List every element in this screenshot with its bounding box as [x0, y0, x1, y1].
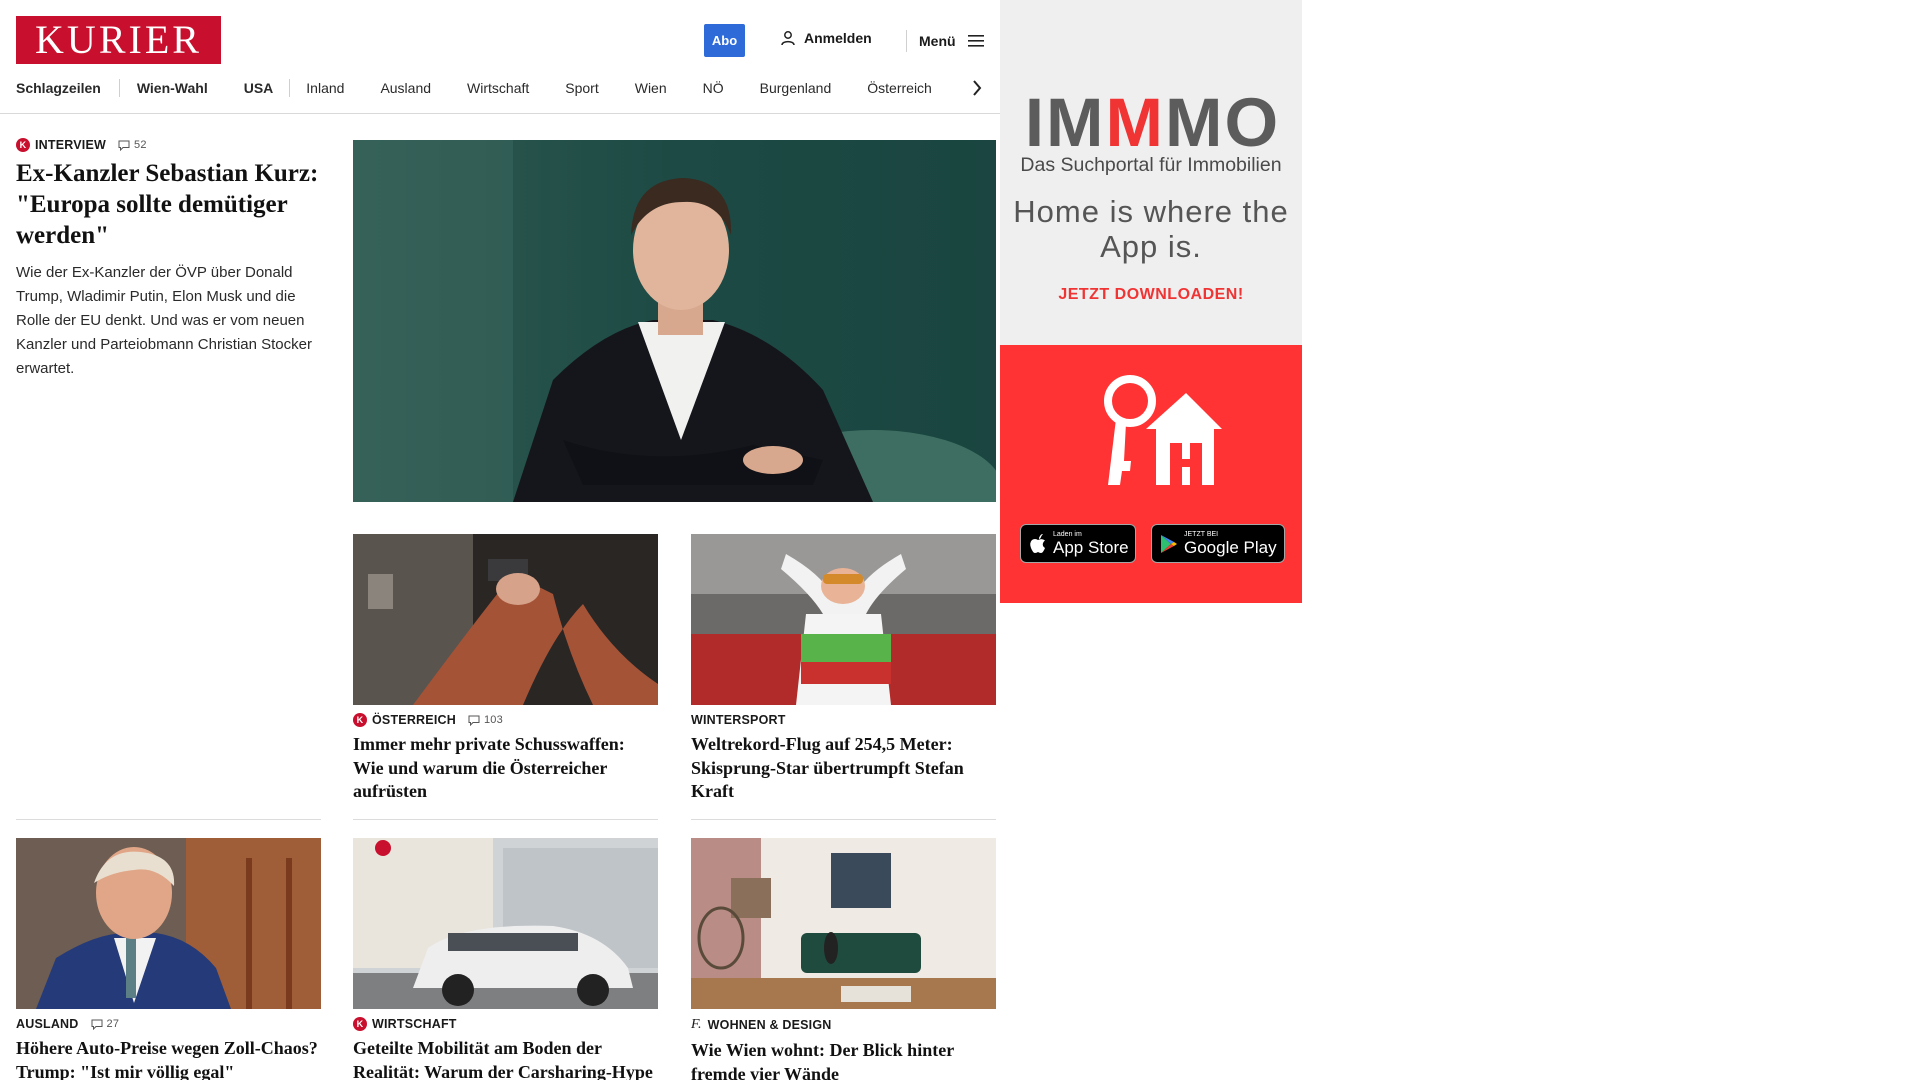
- article-image-trump[interactable]: [16, 838, 321, 1009]
- row-divider: [691, 819, 996, 820]
- article-kicker: WINTERSPORT: [691, 713, 996, 727]
- menu-button[interactable]: Menü: [906, 30, 984, 52]
- nav-divider: [118, 79, 120, 97]
- comment-count[interactable]: 27: [91, 1018, 120, 1030]
- lead-image[interactable]: [353, 140, 996, 502]
- nav-item-usa[interactable]: USA: [244, 80, 274, 96]
- article-image-wohnen[interactable]: [691, 838, 996, 1009]
- kurier-plus-icon: K: [353, 1017, 367, 1031]
- ad-bottom-panel: Laden im App Store JETZT BEI Google Play: [1000, 345, 1302, 603]
- nav-item-wien-wahl[interactable]: Wien-Wahl: [137, 80, 208, 96]
- apple-icon: [1030, 533, 1045, 553]
- nav-item-sport[interactable]: Sport: [565, 80, 598, 96]
- user-icon: [781, 31, 795, 46]
- kicker-label: WINTERSPORT: [691, 713, 786, 727]
- article-headline[interactable]: Geteilte Mobilität am Boden der Realität…: [353, 1037, 658, 1080]
- carsharing-photo-illustration: [353, 838, 658, 1009]
- app-store-button[interactable]: Laden im App Store: [1020, 524, 1136, 563]
- comment-count-value: 27: [106, 1018, 120, 1030]
- article-headline[interactable]: Immer mehr private Schusswaffen: Wie und…: [353, 733, 658, 804]
- google-play-big: Google Play: [1184, 537, 1277, 557]
- comment-icon: [118, 140, 130, 151]
- hamburger-icon: [967, 35, 984, 47]
- key-house-icon: [1104, 375, 1222, 485]
- article-card-carsharing[interactable]: K WIRTSCHAFT Geteilte Mobilität am Boden…: [353, 1017, 658, 1080]
- lead-article[interactable]: K INTERVIEW 52 Ex-Kanzler Sebastian Kurz…: [16, 138, 321, 381]
- kicker-label: AUSLAND: [16, 1017, 79, 1031]
- google-play-button[interactable]: JETZT BEI Google Play: [1151, 524, 1285, 563]
- lead-kicker: K INTERVIEW 52: [16, 138, 321, 152]
- nav-item-oesterreich[interactable]: Österreich: [867, 80, 932, 96]
- comment-count-value: 52: [134, 139, 147, 151]
- menu-label: Menü: [919, 33, 956, 49]
- immmo-logo: IMMMO: [1024, 84, 1281, 161]
- freizeit-f-icon: f.: [691, 1017, 702, 1032]
- article-card-wohnen[interactable]: f. WOHNEN & DESIGN Wie Wien wohnt: Der B…: [691, 1017, 996, 1080]
- comment-icon: [468, 715, 480, 726]
- article-headline[interactable]: Weltrekord-Flug auf 254,5 Meter: Skispru…: [691, 733, 996, 804]
- article-kicker: AUSLAND 27: [16, 1017, 321, 1031]
- site-header: KURIER Abo Anmelden Menü Schlagzeilen Wi…: [0, 0, 1000, 114]
- comment-count[interactable]: 52: [118, 139, 147, 151]
- chevron-right-icon: [973, 80, 982, 96]
- kicker-label: WOHNEN & DESIGN: [707, 1018, 832, 1032]
- nav-item-wirtschaft[interactable]: Wirtschaft: [467, 80, 529, 96]
- ad-download-link[interactable]: JETZT DOWNLOADEN!: [1010, 286, 1292, 304]
- section-nav: Schlagzeilen Wien-Wahl USA Inland Auslan…: [16, 78, 932, 98]
- article-card-schusswaffen[interactable]: K ÖSTERREICH 103 Immer mehr private Schu…: [353, 713, 658, 804]
- article-kicker: f. WOHNEN & DESIGN: [691, 1017, 996, 1033]
- article-card-skisprung[interactable]: WINTERSPORT Weltrekord-Flug auf 254,5 Me…: [691, 713, 996, 804]
- kicker-label: WIRTSCHAFT: [372, 1017, 457, 1031]
- article-image-skisprung[interactable]: [691, 534, 996, 705]
- kurier-plus-icon: K: [353, 713, 367, 727]
- article-kicker: K WIRTSCHAFT: [353, 1017, 658, 1031]
- row-divider: [353, 819, 658, 820]
- article-image-carsharing[interactable]: [353, 838, 658, 1009]
- abo-button[interactable]: Abo: [704, 24, 745, 57]
- living-room-photo-illustration: [691, 838, 996, 1009]
- comment-count-value: 103: [483, 714, 503, 726]
- article-image-schusswaffen[interactable]: [353, 534, 658, 705]
- nav-item-schlagzeilen[interactable]: Schlagzeilen: [16, 80, 101, 96]
- google-play-icon: [1161, 534, 1177, 553]
- article-card-autopreise[interactable]: AUSLAND 27 Höhere Auto-Preise wegen Zoll…: [16, 1017, 321, 1080]
- article-kicker: K ÖSTERREICH 103: [353, 713, 658, 727]
- nav-item-ausland[interactable]: Ausland: [380, 80, 431, 96]
- ad-slogan: Home is where the App is.: [1013, 194, 1289, 264]
- ad-tagline: Das Suchportal für Immobilien: [1020, 154, 1282, 176]
- nav-divider: [289, 79, 291, 97]
- lead-teaser: Wie der Ex-Kanzler der ÖVP über Donald T…: [16, 264, 312, 377]
- nav-scroll-right[interactable]: [967, 77, 987, 99]
- nav-item-inland[interactable]: Inland: [306, 80, 344, 96]
- trump-photo-illustration: [16, 838, 321, 1009]
- portrait-illustration: [353, 140, 996, 502]
- comment-icon: [91, 1019, 103, 1030]
- login-label: Anmelden: [804, 30, 872, 46]
- kurier-logo[interactable]: KURIER: [16, 16, 221, 64]
- nav-item-wien[interactable]: Wien: [635, 80, 667, 96]
- lead-headline[interactable]: Ex-Kanzler Sebastian Kurz: "Europa sollt…: [16, 158, 321, 251]
- nav-item-noe[interactable]: NÖ: [703, 80, 724, 96]
- login-button[interactable]: Anmelden: [780, 30, 872, 46]
- article-headline[interactable]: Wie Wien wohnt: Der Blick hinter fremde …: [691, 1039, 996, 1080]
- kicker-label: INTERVIEW: [35, 138, 107, 152]
- pistol-photo-illustration: [353, 534, 658, 705]
- article-headline[interactable]: Höhere Auto-Preise wegen Zoll-Chaos? Tru…: [16, 1037, 321, 1080]
- app-store-big: App Store: [1053, 537, 1129, 557]
- ad-top-panel: IMMMO Das Suchportal für Immobilien Home…: [1000, 0, 1302, 345]
- ski-jumper-photo-illustration: [691, 534, 996, 705]
- kicker-label: ÖSTERREICH: [372, 713, 456, 727]
- immo-advertisement[interactable]: IMMMO Das Suchportal für Immobilien Home…: [1000, 0, 1302, 603]
- kurier-plus-icon: K: [16, 138, 30, 152]
- comment-count[interactable]: 103: [468, 714, 503, 726]
- nav-item-burgenland[interactable]: Burgenland: [760, 80, 832, 96]
- row-divider: [16, 819, 321, 820]
